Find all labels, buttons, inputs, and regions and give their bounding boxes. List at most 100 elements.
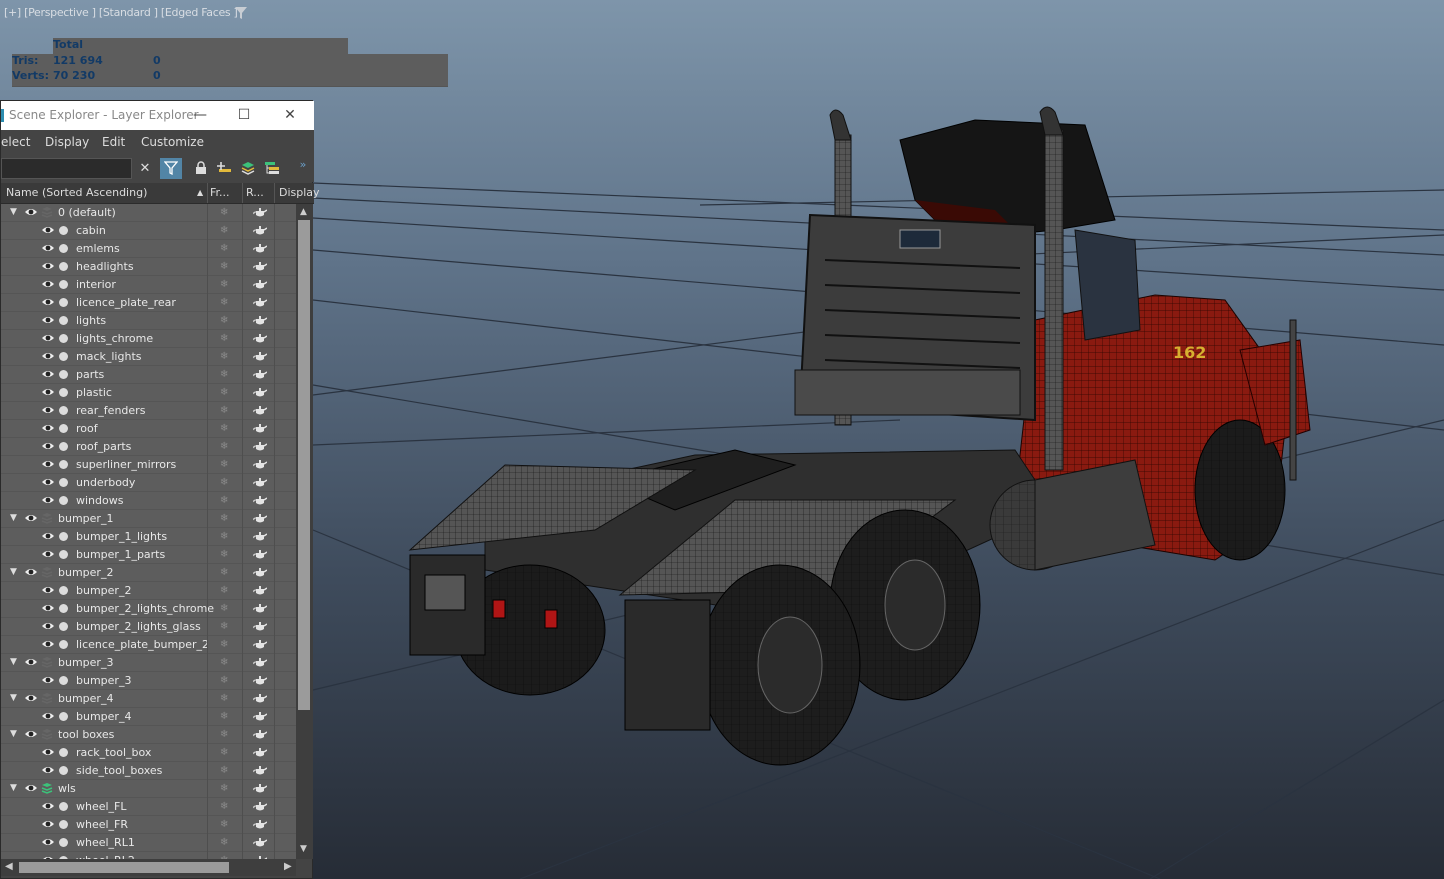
render-teapot-icon[interactable] xyxy=(253,368,268,380)
object-row[interactable]: windows ❄ xyxy=(1,492,296,510)
sort-ascending-icon[interactable]: ▲ xyxy=(197,188,203,197)
column-render[interactable]: R... xyxy=(246,186,264,199)
freeze-icon[interactable]: ❄ xyxy=(220,819,228,830)
layer-row[interactable]: ▼ tool boxes ❄ xyxy=(1,726,296,744)
object-row[interactable]: bumper_1_parts ❄ xyxy=(1,546,296,564)
object-row[interactable]: cabin ❄ xyxy=(1,222,296,240)
visibility-eye-icon[interactable] xyxy=(41,494,55,506)
visibility-eye-icon[interactable] xyxy=(41,242,55,254)
render-teapot-icon[interactable] xyxy=(253,422,268,434)
freeze-icon[interactable]: ❄ xyxy=(220,423,228,434)
object-row[interactable]: interior ❄ xyxy=(1,276,296,294)
add-layer-icon[interactable] xyxy=(213,158,235,179)
object-row[interactable]: side_tool_boxes ❄ xyxy=(1,762,296,780)
close-button[interactable]: ✕ xyxy=(279,104,301,126)
visibility-eye-icon[interactable] xyxy=(41,764,55,776)
object-row[interactable]: bumper_2_lights_glass ❄ xyxy=(1,618,296,636)
object-row[interactable]: mack_lights ❄ xyxy=(1,348,296,366)
render-teapot-icon[interactable] xyxy=(253,584,268,596)
freeze-icon[interactable]: ❄ xyxy=(220,765,228,776)
visibility-eye-icon[interactable] xyxy=(41,440,55,452)
object-row[interactable]: headlights ❄ xyxy=(1,258,296,276)
horizontal-scrollbar[interactable]: ◀ ▶ xyxy=(1,859,296,876)
render-teapot-icon[interactable] xyxy=(253,746,268,758)
search-input[interactable] xyxy=(1,158,132,179)
freeze-icon[interactable]: ❄ xyxy=(220,333,228,344)
render-teapot-icon[interactable] xyxy=(253,404,268,416)
freeze-icon[interactable]: ❄ xyxy=(220,801,228,812)
render-teapot-icon[interactable] xyxy=(253,242,268,254)
render-teapot-icon[interactable] xyxy=(253,458,268,470)
layer-row[interactable]: ▼ bumper_1 ❄ xyxy=(1,510,296,528)
object-row[interactable]: roof ❄ xyxy=(1,420,296,438)
object-row[interactable]: bumper_2 ❄ xyxy=(1,582,296,600)
layer-row[interactable]: ▼ bumper_2 ❄ xyxy=(1,564,296,582)
freeze-icon[interactable]: ❄ xyxy=(220,603,228,614)
visibility-eye-icon[interactable] xyxy=(41,278,55,290)
menu-edit[interactable]: Edit xyxy=(102,135,125,149)
freeze-icon[interactable]: ❄ xyxy=(220,657,228,668)
visibility-eye-icon[interactable] xyxy=(41,710,55,722)
render-teapot-icon[interactable] xyxy=(253,782,268,794)
visibility-eye-icon[interactable] xyxy=(41,476,55,488)
freeze-icon[interactable]: ❄ xyxy=(220,549,228,560)
object-row[interactable]: licence_plate_bumper_2 ❄ xyxy=(1,636,296,654)
expand-arrow-icon[interactable]: ▼ xyxy=(10,513,17,523)
render-teapot-icon[interactable] xyxy=(253,764,268,776)
freeze-icon[interactable]: ❄ xyxy=(220,315,228,326)
object-row[interactable]: emlems ❄ xyxy=(1,240,296,258)
visibility-eye-icon[interactable] xyxy=(24,692,38,704)
layer-tree[interactable]: ▼ 0 (default) ❄ cabin ❄ emlems ❄ headlights ❄ int… xyxy=(1,204,296,859)
render-teapot-icon[interactable] xyxy=(253,260,268,272)
expand-arrow-icon[interactable]: ▼ xyxy=(10,729,17,739)
layer-row[interactable]: ▼ 0 (default) ❄ xyxy=(1,204,296,222)
freeze-icon[interactable]: ❄ xyxy=(220,387,228,398)
object-row[interactable]: wheel_FR ❄ xyxy=(1,816,296,834)
freeze-icon[interactable]: ❄ xyxy=(220,531,228,542)
freeze-icon[interactable]: ❄ xyxy=(220,495,228,506)
freeze-icon[interactable]: ❄ xyxy=(220,477,228,488)
render-teapot-icon[interactable] xyxy=(253,728,268,740)
visibility-eye-icon[interactable] xyxy=(41,332,55,344)
render-teapot-icon[interactable] xyxy=(253,620,268,632)
column-name[interactable]: Name (Sorted Ascending) xyxy=(6,186,147,199)
render-teapot-icon[interactable] xyxy=(253,530,268,542)
viewport-label[interactable]: [+] [Perspective ] [Standard ] [Edged Fa… xyxy=(4,6,238,19)
object-row[interactable]: bumper_1_lights ❄ xyxy=(1,528,296,546)
render-teapot-icon[interactable] xyxy=(253,206,268,218)
freeze-icon[interactable]: ❄ xyxy=(220,729,228,740)
scroll-up-button[interactable]: ▲ xyxy=(300,207,307,217)
freeze-icon[interactable]: ❄ xyxy=(220,585,228,596)
render-teapot-icon[interactable] xyxy=(253,314,268,326)
column-display[interactable]: Display xyxy=(279,186,320,199)
visibility-eye-icon[interactable] xyxy=(24,728,38,740)
visibility-eye-icon[interactable] xyxy=(24,512,38,524)
render-teapot-icon[interactable] xyxy=(253,494,268,506)
render-teapot-icon[interactable] xyxy=(253,818,268,830)
render-teapot-icon[interactable] xyxy=(253,476,268,488)
visibility-eye-icon[interactable] xyxy=(24,782,38,794)
visibility-eye-icon[interactable] xyxy=(41,224,55,236)
freeze-icon[interactable]: ❄ xyxy=(220,747,228,758)
expand-arrow-icon[interactable]: ▼ xyxy=(10,693,17,703)
expand-arrow-icon[interactable]: ▼ xyxy=(10,783,17,793)
visibility-eye-icon[interactable] xyxy=(41,296,55,308)
visibility-eye-icon[interactable] xyxy=(41,836,55,848)
render-teapot-icon[interactable] xyxy=(253,566,268,578)
visibility-eye-icon[interactable] xyxy=(41,638,55,650)
menu-select[interactable]: elect xyxy=(1,135,30,149)
object-row[interactable]: bumper_2_lights_chrome ❄ xyxy=(1,600,296,618)
render-teapot-icon[interactable] xyxy=(253,440,268,452)
render-teapot-icon[interactable] xyxy=(253,332,268,344)
visibility-eye-icon[interactable] xyxy=(41,548,55,560)
freeze-icon[interactable]: ❄ xyxy=(220,279,228,290)
vertical-scrollbar[interactable]: ▲ ▼ xyxy=(296,204,313,859)
funnel-icon[interactable] xyxy=(234,6,248,20)
truck-model[interactable]: 162 xyxy=(395,100,1335,780)
render-teapot-icon[interactable] xyxy=(253,836,268,848)
expand-arrow-icon[interactable]: ▼ xyxy=(10,567,17,577)
visibility-eye-icon[interactable] xyxy=(24,566,38,578)
render-teapot-icon[interactable] xyxy=(253,224,268,236)
visibility-eye-icon[interactable] xyxy=(24,206,38,218)
freeze-icon[interactable]: ❄ xyxy=(220,351,228,362)
